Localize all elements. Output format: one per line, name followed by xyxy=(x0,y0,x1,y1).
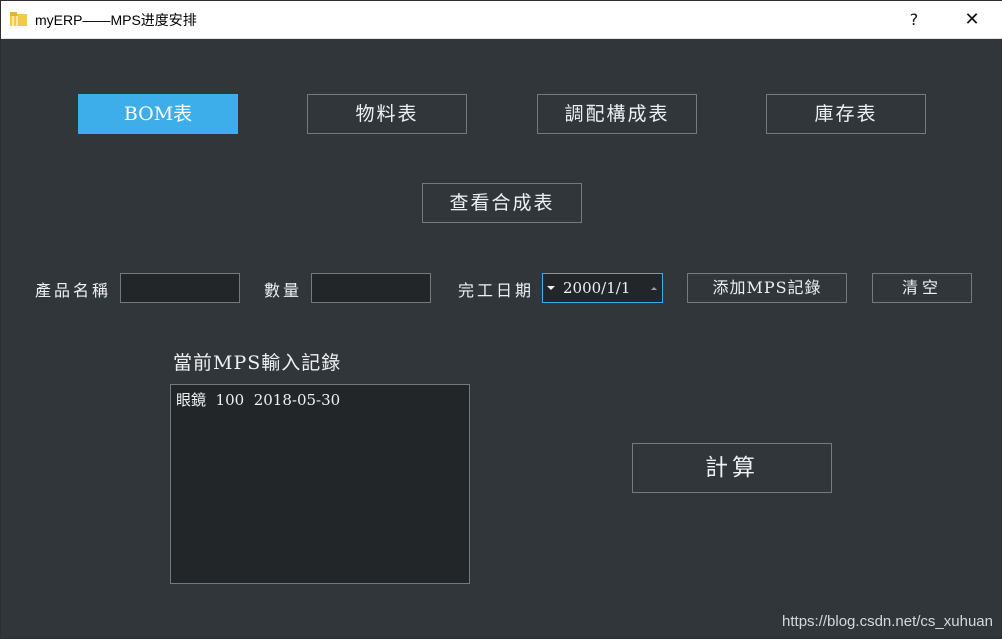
close-button[interactable]: ✕ xyxy=(949,1,995,39)
inventory-table-button[interactable]: 庫存表 xyxy=(766,94,926,134)
calculate-button[interactable]: 計算 xyxy=(632,443,832,493)
title-bar: myERP——MPS进度安排 ? ✕ xyxy=(1,1,1002,39)
records-heading: 當前MPS輸入記錄 xyxy=(173,352,342,374)
material-table-button[interactable]: 物料表 xyxy=(307,94,467,134)
due-date-picker[interactable]: 2000/1/1 xyxy=(542,273,663,303)
help-button[interactable]: ? xyxy=(891,1,937,39)
due-date-label: 完工日期 xyxy=(458,281,535,300)
quantity-input[interactable] xyxy=(311,273,431,303)
quantity-label: 數量 xyxy=(264,281,303,300)
due-date-value: 2000/1/1 xyxy=(563,279,631,297)
product-name-input[interactable] xyxy=(120,273,240,303)
list-item[interactable]: 眼鏡 100 2018-05-30 xyxy=(176,389,464,411)
clear-button[interactable]: 清空 xyxy=(872,273,972,303)
watermark: https://blog.csdn.net/cs_xuhuan xyxy=(782,613,993,630)
allocation-table-button[interactable]: 調配構成表 xyxy=(537,94,697,134)
main-window: myERP——MPS进度安排 ? ✕ BOM表 物料表 調配構成表 庫存表 查看… xyxy=(0,0,1002,639)
folder-icon xyxy=(10,12,27,26)
chevron-down-icon[interactable] xyxy=(547,286,555,290)
product-name-label: 產品名稱 xyxy=(35,281,112,300)
records-list[interactable]: 眼鏡 100 2018-05-30 xyxy=(170,384,470,584)
view-composite-table-button[interactable]: 查看合成表 xyxy=(422,183,582,223)
window-title: myERP——MPS进度安排 xyxy=(35,12,197,28)
bom-table-button[interactable]: BOM表 xyxy=(78,94,238,134)
add-mps-record-button[interactable]: 添加MPS記錄 xyxy=(687,273,847,303)
chevron-up-icon[interactable] xyxy=(651,287,657,290)
